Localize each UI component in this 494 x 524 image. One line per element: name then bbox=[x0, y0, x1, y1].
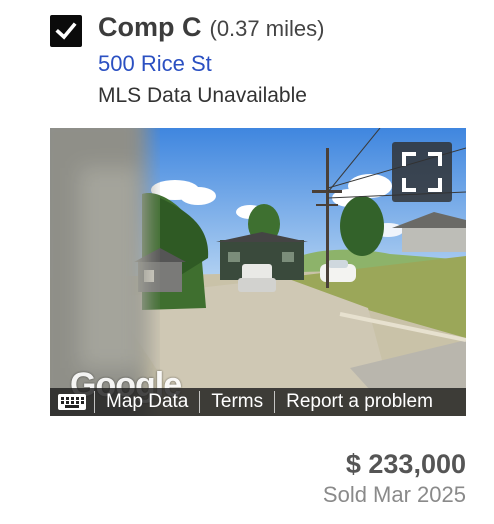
sold-date: Sold Mar 2025 bbox=[322, 482, 466, 507]
terms-link[interactable]: Terms bbox=[200, 391, 274, 413]
attribution-bar: Map Data Terms Report a problem bbox=[50, 388, 466, 416]
sale-price: $ 233,000 bbox=[345, 449, 466, 479]
comp-name: Comp C bbox=[98, 12, 202, 42]
street-view-panel[interactable]: Google Map Data Terms Report a problem bbox=[50, 128, 466, 416]
fullscreen-button[interactable] bbox=[392, 142, 452, 202]
keyboard-icon bbox=[58, 394, 86, 410]
map-data-link[interactable]: Map Data bbox=[95, 391, 199, 413]
mls-status: MLS Data Unavailable bbox=[98, 84, 307, 107]
select-comp-checkbox[interactable] bbox=[50, 15, 82, 47]
fullscreen-icon bbox=[402, 152, 442, 192]
comp-title-row: Comp C (0.37 miles) bbox=[98, 12, 324, 43]
comp-address-link[interactable]: 500 Rice St bbox=[98, 51, 212, 77]
keyboard-shortcuts-button[interactable] bbox=[50, 388, 94, 416]
comp-distance: (0.37 miles) bbox=[209, 16, 325, 41]
report-problem-link[interactable]: Report a problem bbox=[275, 391, 444, 413]
checkmark-icon bbox=[55, 22, 77, 40]
